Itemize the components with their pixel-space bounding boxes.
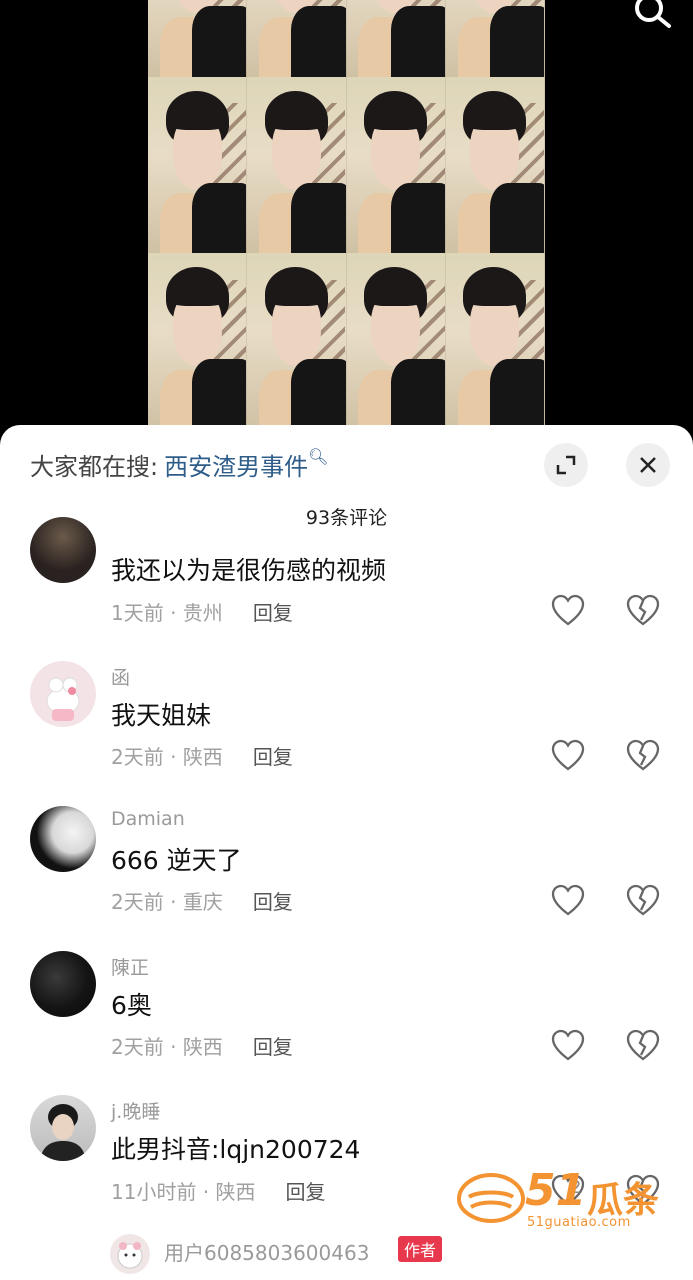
heart-icon[interactable]: [550, 883, 586, 917]
comment-text: 6奥: [111, 991, 152, 1020]
search-icon: [635, 0, 671, 28]
avatar[interactable]: [30, 517, 96, 583]
comment-text: 我还以为是很伤感的视频: [111, 556, 387, 585]
search-button[interactable]: [625, 0, 675, 30]
avatar[interactable]: [110, 1234, 150, 1274]
comment-meta: 2天前 · 陕西 回复: [111, 745, 293, 769]
comment-time: 1天前: [111, 601, 164, 625]
comment-meta: 11小时前 · 陕西 回复: [111, 1180, 326, 1204]
video-player[interactable]: [0, 0, 693, 440]
search-small-icon: 🔍︎: [308, 447, 329, 466]
reply-button[interactable]: 回复: [253, 601, 293, 625]
sub-reply-username[interactable]: 用户6085803600463: [164, 1237, 369, 1266]
watermark-logo: 51 瓜条 51guatiao.com: [455, 1165, 670, 1235]
trending-search[interactable]: 大家都在搜: 西安渣男事件🔍︎: [30, 447, 328, 482]
watermelon-logo-icon: [456, 1172, 526, 1224]
broken-heart-icon[interactable]: [625, 883, 661, 917]
comment-username[interactable]: j.晚睡: [111, 1097, 160, 1124]
comment-username[interactable]: 陳正: [111, 953, 149, 980]
heart-icon[interactable]: [550, 738, 586, 772]
reply-button[interactable]: 回复: [286, 1180, 326, 1204]
comment-meta: 2天前 · 重庆 回复: [111, 890, 293, 914]
comment-meta: 2天前 · 陕西 回复: [111, 1035, 293, 1059]
trending-search-term[interactable]: 西安渣男事件: [164, 453, 308, 481]
comment-text: 666 逆天了: [111, 846, 242, 875]
comment-location: 陕西: [215, 1180, 256, 1204]
hello-kitty-avatar-icon: [46, 677, 80, 721]
comment-location: 陕西: [182, 1035, 223, 1059]
comment-time: 2天前: [111, 1035, 164, 1059]
heart-icon[interactable]: [550, 1028, 586, 1062]
comment-time: 2天前: [111, 890, 164, 914]
comment-text: 此男抖音:lqjn200724: [111, 1135, 361, 1164]
comment-username[interactable]: 函: [111, 663, 130, 690]
broken-heart-icon[interactable]: [625, 593, 661, 627]
avatar[interactable]: [30, 1095, 96, 1161]
watermark-domain: 51guatiao.com: [527, 1215, 631, 1230]
reply-button[interactable]: 回复: [253, 890, 293, 914]
author-badge: 作者: [398, 1236, 443, 1262]
comment-location: 陕西: [182, 745, 223, 769]
heart-icon[interactable]: [550, 593, 586, 627]
close-icon: [640, 457, 656, 473]
comment-count: 93条评论: [305, 507, 388, 529]
comments-sheet: 大家都在搜: 西安渣男事件🔍︎ 93条评论 我还以为是很伤感的视频 1天前 · 贵…: [0, 425, 693, 1280]
broken-heart-icon[interactable]: [625, 738, 661, 772]
person-avatar-icon: [40, 1104, 86, 1161]
avatar[interactable]: [30, 661, 96, 727]
trending-search-prefix: 大家都在搜:: [30, 453, 159, 481]
close-button[interactable]: [626, 443, 670, 487]
avatar[interactable]: [30, 951, 96, 1017]
cartoon-avatar-icon: [117, 1242, 143, 1269]
comment-time: 2天前: [111, 745, 164, 769]
comment-time: 11小时前: [111, 1180, 197, 1204]
expand-button[interactable]: [544, 443, 588, 487]
reply-button[interactable]: 回复: [253, 745, 293, 769]
expand-icon: [556, 455, 576, 475]
comment-username[interactable]: Damian: [111, 808, 185, 830]
reply-button[interactable]: 回复: [253, 1035, 293, 1059]
watermark-number: 51: [525, 1165, 587, 1216]
comment-meta: 1天前 · 贵州 回复: [111, 601, 293, 625]
comment-location: 重庆: [182, 890, 223, 914]
broken-heart-icon[interactable]: [625, 1028, 661, 1062]
video-frame-collage: [148, 0, 545, 430]
comment-text: 我天姐妹: [111, 701, 212, 730]
comment-location: 贵州: [182, 601, 223, 625]
avatar[interactable]: [30, 806, 96, 872]
